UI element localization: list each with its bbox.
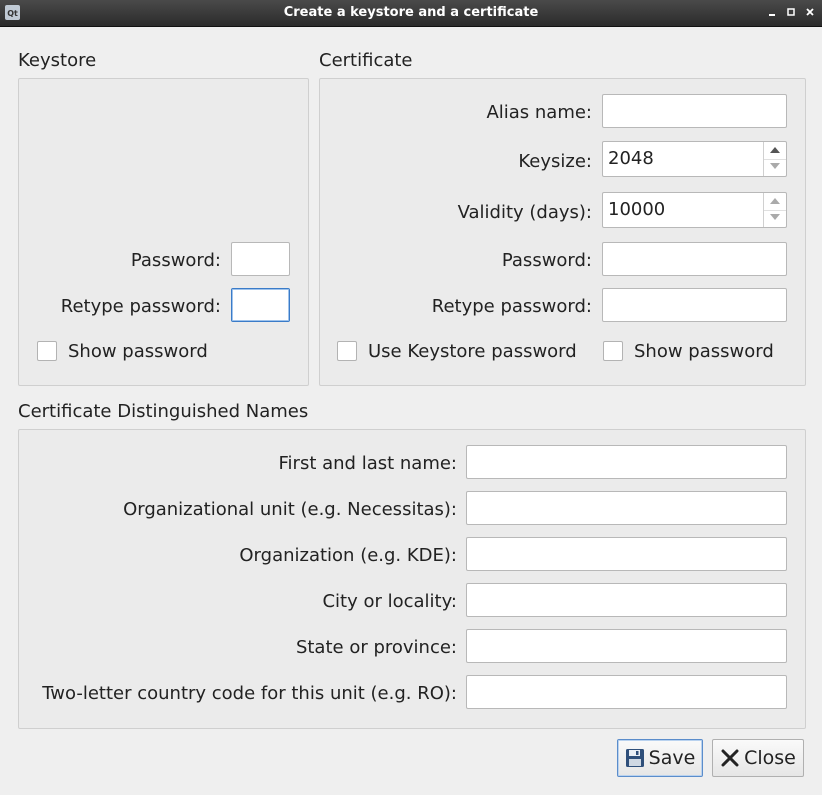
dn-org-unit-field[interactable] [466, 491, 787, 525]
maximize-icon[interactable] [784, 5, 798, 19]
dn-country-code-field[interactable] [466, 675, 787, 709]
certificate-section-label: Certificate [319, 50, 413, 71]
keystore-password-field[interactable] [231, 242, 290, 276]
save-button-label: Save [648, 747, 696, 769]
floppy-disk-icon [625, 749, 644, 767]
validity-value: 10000 [608, 199, 666, 220]
dn-city-field[interactable] [466, 583, 787, 617]
alias-name-field[interactable] [602, 94, 787, 128]
close-icon[interactable] [803, 5, 817, 19]
use-keystore-password-checkbox[interactable] [337, 341, 357, 361]
close-button-label: Close [744, 747, 796, 769]
dn-section-label: Certificate Distinguished Names [18, 401, 309, 422]
dn-organization-label: Organization (e.g. KDE): [239, 545, 457, 566]
keysize-value: 2048 [608, 148, 654, 169]
dn-org-unit-label: Organizational unit (e.g. Necessitas): [123, 499, 457, 520]
certificate-retype-password-field[interactable] [602, 288, 787, 322]
dn-organization-field[interactable] [466, 537, 787, 571]
keysize-decrement-icon[interactable] [764, 159, 786, 176]
certificate-retype-label: Retype password: [431, 296, 592, 317]
close-button[interactable]: Close [712, 739, 804, 777]
keystore-section-label: Keystore [18, 50, 97, 71]
keystore-password-label: Password: [130, 250, 221, 271]
dn-state-field[interactable] [466, 629, 787, 663]
dn-first-last-name-label: First and last name: [278, 453, 458, 474]
dn-city-label: City or locality: [322, 591, 457, 612]
certificate-password-label: Password: [501, 250, 592, 271]
keystore-retype-password-field[interactable] [231, 288, 290, 322]
dn-country-code-label: Two-letter country code for this unit (e… [42, 683, 457, 704]
keystore-retype-label: Retype password: [60, 296, 221, 317]
certificate-password-field[interactable] [602, 242, 787, 276]
minimize-icon[interactable] [765, 5, 779, 19]
keysize-spinbox[interactable]: 2048 [602, 141, 787, 177]
save-button[interactable]: Save [617, 739, 703, 777]
keysize-label: Keysize: [518, 151, 592, 172]
dn-state-label: State or province: [295, 637, 457, 658]
keystore-group [18, 78, 309, 386]
certificate-show-password-label[interactable]: Show password [634, 341, 774, 363]
keysize-spin-buttons [763, 142, 786, 176]
close-x-icon [721, 749, 739, 767]
keystore-show-password-checkbox[interactable] [37, 341, 57, 361]
validity-spinbox[interactable]: 10000 [602, 192, 787, 228]
window-title: Create a keystore and a certificate [283, 5, 539, 20]
validity-increment-icon[interactable] [764, 193, 786, 211]
title-bar: Qt Create a keystore and a certificate [0, 0, 822, 27]
use-keystore-password-label[interactable]: Use Keystore password [368, 341, 577, 363]
keystore-show-password-label[interactable]: Show password [68, 341, 208, 363]
dn-first-last-name-field[interactable] [466, 445, 787, 479]
alias-name-label: Alias name: [486, 102, 592, 123]
certificate-show-password-checkbox[interactable] [603, 341, 623, 361]
keysize-increment-icon[interactable] [764, 142, 786, 160]
validity-spin-buttons [763, 193, 786, 227]
validity-decrement-icon[interactable] [764, 210, 786, 227]
validity-label: Validity (days): [457, 202, 592, 223]
